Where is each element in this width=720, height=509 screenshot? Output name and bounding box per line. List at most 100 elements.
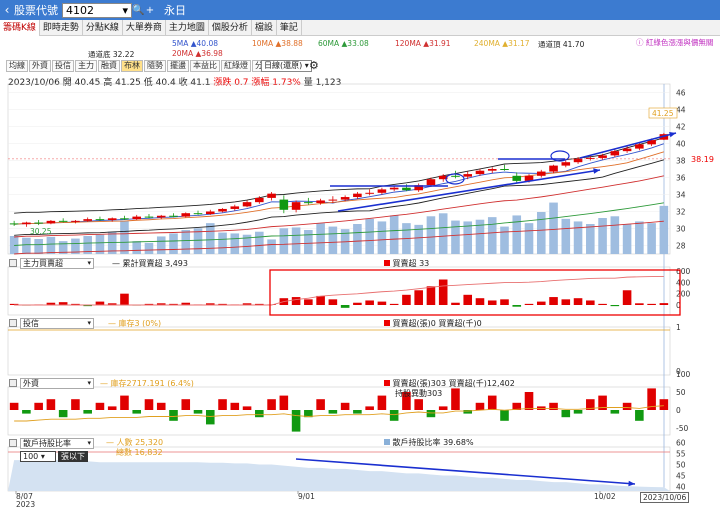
foreign-bar	[561, 410, 571, 418]
candle-body	[95, 219, 105, 221]
foreign-bar	[107, 406, 117, 410]
foreign-bar	[328, 410, 338, 414]
chevron-down-icon: ▾	[87, 379, 91, 387]
volume-bar	[267, 239, 276, 254]
date-label-3: 10/02	[594, 492, 616, 501]
volume-bar	[573, 221, 583, 254]
panel-frame	[7, 266, 671, 316]
panel-toggle-icon[interactable]	[9, 259, 17, 267]
foreign-bar	[132, 410, 142, 414]
foreign-bar	[524, 392, 534, 410]
foreign-bar	[291, 410, 301, 432]
candle-body	[267, 193, 276, 198]
foreign-bar	[500, 410, 509, 421]
volume-bar	[291, 227, 301, 254]
candle-body	[316, 200, 325, 203]
foreign-select[interactable]: 外資 ▾	[20, 378, 94, 389]
main-force-select[interactable]: 主力買賣超 ▾	[20, 258, 94, 269]
candle-body	[205, 211, 215, 215]
foreign-bar	[120, 395, 129, 410]
candle-body	[291, 202, 301, 210]
main-force-bar	[659, 303, 669, 305]
main-force-bar	[573, 298, 583, 305]
foreign-select-value: 外資	[23, 379, 39, 388]
candle-body	[156, 215, 166, 218]
current-price-label: 38.19	[691, 155, 714, 164]
main-force-bar	[512, 305, 522, 307]
foreign-bar	[169, 410, 178, 421]
date-label-2: 9/01	[298, 492, 315, 501]
candle-body	[58, 220, 68, 222]
volume-bar	[304, 230, 313, 254]
volume-bar	[451, 220, 460, 254]
volume-bar	[255, 231, 264, 254]
volume-bar	[316, 223, 325, 254]
panel-toggle-icon[interactable]	[9, 319, 17, 327]
holders-select[interactable]: 散戶持股比率 ▾	[20, 438, 94, 449]
candle-body	[622, 148, 632, 152]
main-force-bar	[598, 303, 607, 305]
holders-ratio-text: 散戶持股比率 39.68%	[392, 438, 474, 447]
main-force-bar	[365, 300, 374, 305]
volume-bar	[586, 224, 595, 254]
volume-bar	[46, 236, 56, 254]
foreign-bar	[218, 399, 227, 410]
volume-bar	[230, 233, 240, 254]
high-label: 41.25	[652, 109, 674, 118]
main-force-cum-label: — 累計買賣超 3,493	[112, 259, 188, 268]
candle-body	[255, 197, 264, 203]
volume-bar	[144, 242, 154, 254]
main-force-bar	[377, 301, 387, 305]
candle-body	[22, 222, 31, 225]
main-force-bar	[536, 301, 546, 305]
volume-bar	[353, 224, 362, 254]
candle-body	[107, 218, 117, 220]
holders-tick-label: 60	[676, 438, 686, 447]
main-force-bar	[475, 298, 485, 305]
candle-body	[353, 193, 362, 198]
volume-bar	[132, 241, 142, 254]
foreign-bar	[622, 402, 632, 410]
low-label: 30.25	[30, 227, 52, 236]
candle-body	[463, 174, 473, 177]
volume-bar	[426, 216, 436, 254]
panel-toggle-icon[interactable]	[9, 379, 17, 387]
main-force-bar	[500, 299, 509, 305]
volume-bar	[659, 205, 669, 254]
price-tick-label: 42	[676, 123, 686, 132]
candle-body	[218, 208, 227, 212]
price-tick-label: 40	[676, 140, 686, 149]
main-force-bar	[622, 290, 632, 305]
foreign-bar	[83, 410, 92, 414]
holding-size-select[interactable]: 100 ▾	[20, 451, 56, 462]
volume-bar	[22, 237, 31, 254]
main-force-bar	[549, 297, 558, 305]
main-force-bar	[487, 300, 497, 305]
foreign-bar	[365, 406, 374, 410]
foreign-bar	[316, 399, 325, 410]
panel-frame	[7, 386, 671, 436]
volume-bar	[328, 226, 338, 254]
trust-select[interactable]: 投信 ▾	[20, 318, 94, 329]
candle-body	[426, 179, 436, 186]
volume-bar	[500, 226, 509, 254]
candle-body	[279, 199, 289, 210]
foreign-bar	[340, 402, 350, 410]
volume-bar	[205, 223, 215, 254]
holders-ratio-label: 散戶持股比率 39.68%	[384, 437, 474, 448]
candle-body	[451, 175, 460, 177]
volume-bar	[549, 202, 558, 254]
main-force-bar	[353, 302, 362, 305]
foreign-bar	[426, 410, 436, 418]
candle-body	[549, 165, 558, 172]
foreign-bar	[475, 402, 485, 410]
main-force-bar	[647, 303, 656, 305]
main-force-select-value: 主力買賣超	[23, 259, 63, 268]
candle-body	[598, 155, 607, 158]
foreign-bar	[22, 410, 31, 414]
candle-body	[340, 197, 350, 200]
chevron-down-icon: ▾	[87, 439, 91, 447]
foreign-bar	[9, 402, 19, 410]
panel-toggle-icon[interactable]	[9, 439, 17, 447]
date-label-current: 2023/10/06	[640, 492, 690, 503]
